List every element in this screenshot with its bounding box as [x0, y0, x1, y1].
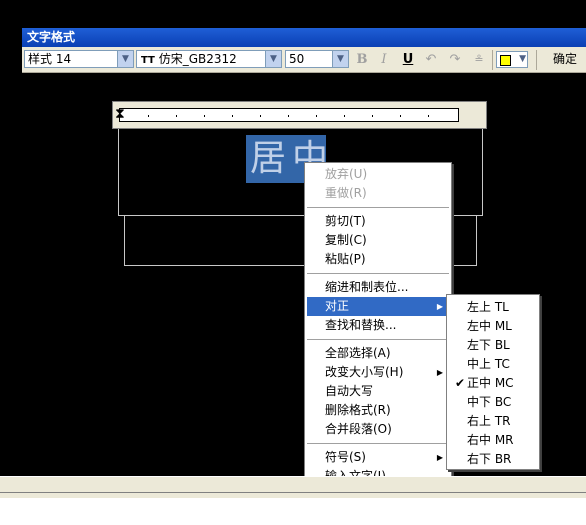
text-height-select[interactable]: 50 ▼ — [285, 50, 349, 68]
justify-submenu: 左上 TL 左中 ML 左下 BL 中上 TC ✔ 正中 MC 中下 BC 右上… — [446, 294, 540, 470]
submenu-arrow-icon: ▶ — [436, 368, 443, 377]
justify-top-left[interactable]: 左上 TL — [449, 298, 537, 317]
menu-item-symbol-label: 符号(S) — [325, 450, 366, 464]
menu-item-combine-paragraphs[interactable]: 合并段落(O) — [307, 420, 449, 439]
ruler-tick — [344, 115, 345, 117]
bold-button[interactable]: B — [353, 51, 371, 68]
justify-middle-center-label: 正中 MC — [467, 376, 514, 390]
menu-item-symbol[interactable]: 符号(S) ▶ — [307, 448, 449, 467]
divider — [0, 492, 586, 493]
menu-item-redo[interactable]: 重做(R) — [307, 184, 449, 203]
text-height-value: 50 — [289, 52, 305, 66]
menu-separator — [307, 443, 449, 444]
menu-item-paste[interactable]: 粘贴(P) — [307, 250, 449, 269]
ruler-tick — [316, 115, 317, 117]
font-select-value: 仿宋_GB2312 — [158, 52, 237, 66]
dialog-title: 文字格式 — [22, 28, 586, 47]
ruler-tick — [400, 115, 401, 117]
ruler-tick — [260, 115, 261, 117]
italic-button[interactable]: I — [375, 51, 393, 68]
toolbar-divider — [536, 50, 537, 70]
justify-bottom-right[interactable]: 右下 BR — [449, 450, 537, 469]
command-line[interactable] — [0, 498, 586, 525]
justify-middle-center[interactable]: ✔ 正中 MC — [449, 374, 537, 393]
color-swatch — [500, 55, 511, 66]
menu-item-change-case[interactable]: 改变大小写(H) ▶ — [307, 363, 449, 382]
color-select[interactable]: ▼ — [496, 51, 528, 68]
menu-item-indents-tabs[interactable]: 缩进和制表位... — [307, 278, 449, 297]
menu-item-justify-label: 对正 — [325, 299, 350, 313]
redo-icon[interactable]: ↷ — [446, 51, 464, 68]
style-select[interactable]: 样式 14 ▼ — [24, 50, 134, 68]
stack-icon[interactable]: ≗ — [470, 51, 488, 68]
ruler-tick — [428, 115, 429, 117]
menu-item-select-all[interactable]: 全部选择(A) — [307, 344, 449, 363]
chevron-down-icon[interactable]: ▼ — [117, 51, 133, 67]
justify-middle-left[interactable]: 左中 ML — [449, 317, 537, 336]
status-bar — [0, 476, 586, 498]
ruler-bar: ⧗ — [112, 101, 487, 129]
menu-item-autocaps[interactable]: 自动大写 — [307, 382, 449, 401]
justify-top-center[interactable]: 中上 TC — [449, 355, 537, 374]
justify-middle-right[interactable]: 右中 MR — [449, 431, 537, 450]
chevron-down-icon[interactable]: ▼ — [332, 51, 348, 67]
ok-button[interactable]: 确定 — [544, 50, 586, 69]
ruler-tick — [232, 115, 233, 117]
menu-separator — [307, 339, 449, 340]
menu-item-copy[interactable]: 复制(C) — [307, 231, 449, 250]
chevron-down-icon[interactable]: ▼ — [265, 51, 281, 67]
menu-item-find-replace[interactable]: 查找和替换... — [307, 316, 449, 335]
style-select-value: 样式 14 — [28, 52, 72, 66]
ruler-tick — [372, 115, 373, 117]
menu-item-justify[interactable]: 对正 ▶ — [307, 297, 449, 316]
chevron-down-icon[interactable]: ▼ — [519, 52, 526, 67]
ruler-tick — [148, 115, 149, 117]
ruler-tick — [204, 115, 205, 117]
font-select[interactable]: TT 仿宋_GB2312 ▼ — [136, 50, 282, 68]
ruler-tick — [288, 115, 289, 117]
submenu-arrow-icon: ▶ — [436, 453, 443, 462]
menu-item-remove-formatting[interactable]: 删除格式(R) — [307, 401, 449, 420]
context-menu: 放弃(U) 重做(R) 剪切(T) 复制(C) 粘贴(P) 缩进和制表位... … — [304, 162, 452, 517]
justify-bottom-left[interactable]: 左下 BL — [449, 336, 537, 355]
undo-icon[interactable]: ↶ — [422, 51, 440, 68]
submenu-arrow-icon: ▶ — [436, 302, 443, 311]
justify-top-right[interactable]: 右上 TR — [449, 412, 537, 431]
menu-item-undo[interactable]: 放弃(U) — [307, 165, 449, 184]
text-format-toolbar: 样式 14 ▼ TT 仿宋_GB2312 ▼ 50 ▼ B I U ↶ ↷ ≗ … — [22, 47, 586, 73]
ruler-tick — [176, 115, 177, 117]
menu-item-change-case-label: 改变大小写(H) — [325, 365, 404, 379]
checkmark-icon: ✔ — [455, 376, 466, 390]
ruler[interactable] — [119, 108, 459, 122]
indent-marker-icon[interactable]: ⧗ — [115, 104, 125, 124]
justify-bottom-center[interactable]: 中下 BC — [449, 393, 537, 412]
menu-item-cut[interactable]: 剪切(T) — [307, 212, 449, 231]
truetype-font-icon: TT — [141, 55, 155, 66]
menu-separator — [307, 273, 449, 274]
underline-button[interactable]: U — [399, 51, 417, 68]
toolbar-divider — [492, 50, 493, 70]
menu-separator — [307, 207, 449, 208]
